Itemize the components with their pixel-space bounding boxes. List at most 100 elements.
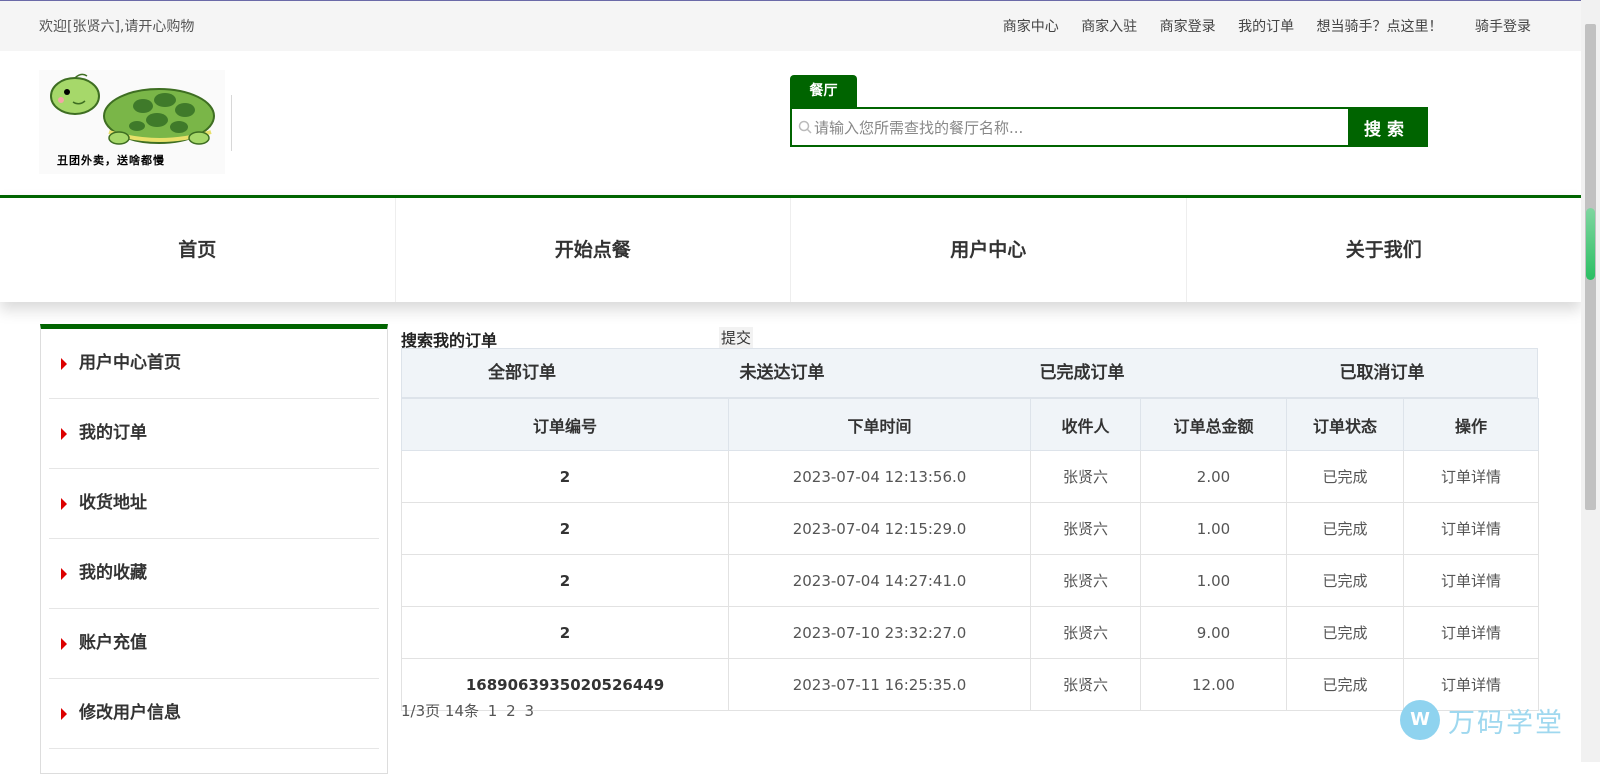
search-icon [798,120,812,134]
column-header: 订单总金额 [1140,398,1287,451]
order-time: 2023-07-04 12:13:56.0 [728,450,1031,503]
order-detail-link[interactable]: 订单详情 [1403,450,1539,503]
order-time: 2023-07-04 14:27:41.0 [728,554,1031,607]
order-receiver: 张贤六 [1030,554,1141,607]
order-detail-link[interactable]: 订单详情 [1403,554,1539,607]
sidebar-item-my-orders[interactable]: 我的订单 [49,399,379,469]
order-amount: 1.00 [1140,502,1287,555]
watermark-logo-icon: W [1400,700,1440,740]
column-header: 订单编号 [401,398,729,451]
order-id: 2 [401,502,729,555]
table-header-row: 订单编号 下单时间 收件人 订单总金额 订单状态 操作 [401,398,1539,451]
logo-divider [231,95,232,151]
arrow-right-icon [61,708,67,720]
order-id: 2 [401,606,729,659]
watermark-text: 万码学堂 [1448,707,1564,739]
arrow-right-icon [61,498,67,510]
submit-button[interactable]: 提交 [719,327,754,348]
sidebar-item-favorites[interactable]: 我的收藏 [49,539,379,609]
order-tabs: 全部订单 未送达订单 已完成订单 已取消订单 [401,348,1538,398]
table-row: 2 2023-07-10 23:32:27.0 张贤六 9.00 已完成 订单详… [401,606,1539,659]
order-status: 已完成 [1286,606,1404,659]
nav-home[interactable]: 首页 [0,198,396,302]
user-sidebar: 用户中心首页 我的订单 收货地址 我的收藏 账户充值 修改用户信息 [40,324,388,774]
arrow-right-icon [61,358,67,370]
order-receiver: 张贤六 [1030,658,1141,711]
pagination-info: 1/3页 14条 [401,702,479,720]
nav-user-center[interactable]: 用户中心 [791,198,1187,302]
column-header: 收件人 [1030,398,1141,451]
order-receiver: 张贤六 [1030,606,1141,659]
become-rider-link[interactable]: 想当骑手？点这里！ [1317,19,1443,35]
sidebar-item-label: 账户充值 [79,633,147,653]
sidebar-item-user-home[interactable]: 用户中心首页 [49,329,379,399]
order-detail-link[interactable]: 订单详情 [1403,502,1539,555]
order-id: 2 [401,450,729,503]
main-nav: 首页 开始点餐 用户中心 关于我们 [0,195,1581,302]
table-row: 2 2023-07-04 14:27:41.0 张贤六 1.00 已完成 订单详… [401,554,1539,607]
order-amount: 2.00 [1140,450,1287,503]
sidebar-item-edit-profile[interactable]: 修改用户信息 [49,679,379,749]
order-status: 已完成 [1286,658,1404,711]
sidebar-item-recharge[interactable]: 账户充值 [49,609,379,679]
arrow-right-icon [61,568,67,580]
column-header: 操作 [1403,398,1539,451]
arrow-right-icon [61,428,67,440]
order-status: 已完成 [1286,554,1404,607]
tab-completed-orders[interactable]: 已完成订单 [922,349,1242,397]
page-scrollbar[interactable] [1581,0,1600,762]
top-links: 商家中心 商家入驻 商家登录 我的订单 想当骑手？点这里！ 骑手登录 [985,16,1531,36]
header: 丑团外卖，送啥都慢 餐厅 搜索 [0,51,1581,192]
page-link-1[interactable]: 1 [488,702,498,720]
search-box: 搜索 [790,107,1428,147]
tab-undelivered-orders[interactable]: 未送达订单 [642,349,922,397]
top-bar: 欢迎[张贤六],请开心购物 商家中心 商家入驻 商家登录 我的订单 想当骑手？点… [0,1,1581,51]
sidebar-item-label: 用户中心首页 [79,353,181,373]
order-time: 2023-07-04 12:15:29.0 [728,502,1031,555]
arrow-right-icon [61,638,67,650]
sidebar-item-label: 修改用户信息 [79,703,181,723]
sidebar-item-label: 我的收藏 [79,563,147,583]
table-row: 1689063935020526449 2023-07-11 16:25:35.… [401,658,1539,711]
turtle-logo-icon [50,73,215,145]
merchant-login-link[interactable]: 商家登录 [1160,19,1216,35]
scroll-indicator [1586,208,1595,280]
search-tab-restaurant[interactable]: 餐厅 [790,75,857,107]
my-orders-link[interactable]: 我的订单 [1238,19,1294,35]
search-input[interactable] [812,109,1346,147]
tab-all-orders[interactable]: 全部订单 [402,349,642,397]
sidebar-item-label: 我的订单 [79,423,147,443]
search-button[interactable]: 搜索 [1348,109,1426,145]
orders-table: 订单编号 下单时间 收件人 订单总金额 订单状态 操作 2 2023-07-04… [401,398,1539,711]
order-amount: 1.00 [1140,554,1287,607]
sidebar-item-label: 收货地址 [79,493,147,513]
welcome-text: 欢迎[张贤六],请开心购物 [39,19,195,35]
logo-caption: 丑团外卖，送啥都慢 [57,154,165,167]
order-time: 2023-07-10 23:32:27.0 [728,606,1031,659]
table-row: 2 2023-07-04 12:13:56.0 张贤六 2.00 已完成 订单详… [401,450,1539,503]
logo[interactable]: 丑团外卖，送啥都慢 [39,70,225,174]
order-id: 2 [401,554,729,607]
order-status: 已完成 [1286,502,1404,555]
merchant-join-link[interactable]: 商家入驻 [1081,19,1137,35]
order-amount: 9.00 [1140,606,1287,659]
order-receiver: 张贤六 [1030,502,1141,555]
nav-order-food[interactable]: 开始点餐 [396,198,791,302]
column-header: 订单状态 [1286,398,1404,451]
table-row: 2 2023-07-04 12:15:29.0 张贤六 1.00 已完成 订单详… [401,502,1539,555]
sidebar-item-address[interactable]: 收货地址 [49,469,379,539]
watermark: W 万码学堂 [1400,700,1564,740]
order-receiver: 张贤六 [1030,450,1141,503]
order-time: 2023-07-11 16:25:35.0 [728,658,1031,711]
order-amount: 12.00 [1140,658,1287,711]
merchant-center-link[interactable]: 商家中心 [1003,19,1059,35]
pagination: 1/3页 14条 1 2 3 [401,700,538,721]
page-link-3[interactable]: 3 [524,702,534,720]
order-detail-link[interactable]: 订单详情 [1403,606,1539,659]
column-header: 下单时间 [728,398,1031,451]
order-status: 已完成 [1286,450,1404,503]
page-link-2[interactable]: 2 [506,702,516,720]
nav-about-us[interactable]: 关于我们 [1187,198,1582,302]
tab-cancelled-orders[interactable]: 已取消订单 [1242,349,1522,397]
rider-login-link[interactable]: 骑手登录 [1475,19,1531,35]
